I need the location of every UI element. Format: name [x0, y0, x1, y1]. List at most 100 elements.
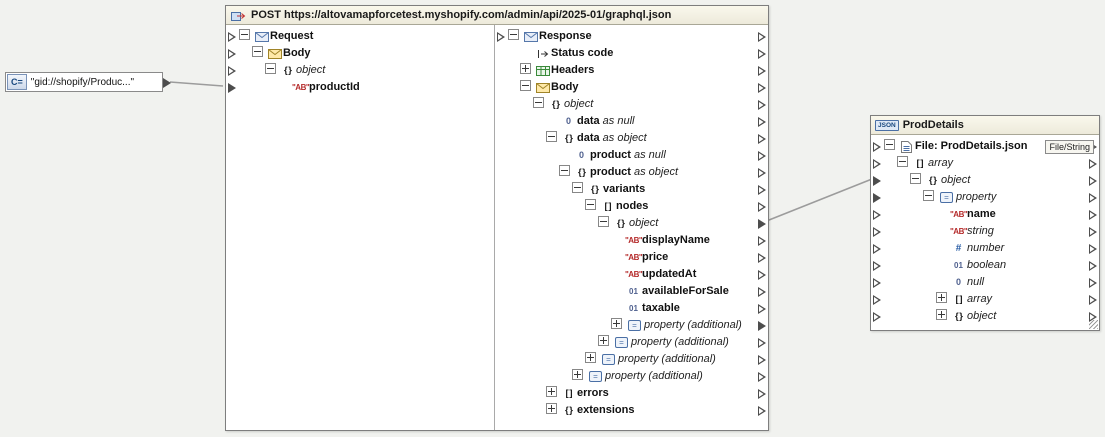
input-connector[interactable] [228, 32, 236, 42]
expand-toggle[interactable] [546, 386, 557, 397]
output-connector[interactable] [758, 66, 766, 76]
output-connector[interactable] [758, 406, 766, 416]
output-connector[interactable] [1089, 278, 1097, 288]
expand-toggle[interactable] [520, 63, 531, 74]
tree-node[interactable]: 01availableForSale [495, 283, 768, 300]
expand-toggle[interactable] [533, 97, 544, 108]
output-connector[interactable] [1089, 176, 1097, 186]
input-connector[interactable] [873, 210, 881, 220]
webservice-component[interactable]: POST https://altovamapforcetest.myshopif… [225, 5, 769, 431]
tree-node[interactable]: 0null [871, 274, 1099, 291]
expand-toggle[interactable] [572, 369, 583, 380]
tree-node[interactable]: [ ]array [871, 291, 1099, 308]
tree-node[interactable]: { }product as object [495, 164, 768, 181]
expand-toggle[interactable] [252, 46, 263, 57]
tree-node[interactable]: "AB"string [871, 223, 1099, 240]
tree-node[interactable]: "AB"updatedAt [495, 266, 768, 283]
tree-node[interactable]: { }object [226, 62, 494, 79]
tree-node[interactable]: =property (additional) [495, 317, 768, 334]
output-connector[interactable] [1089, 295, 1097, 305]
output-connector[interactable] [758, 253, 766, 263]
output-connector[interactable] [1089, 244, 1097, 254]
tree-node[interactable]: 0product as null [495, 147, 768, 164]
expand-toggle[interactable] [585, 199, 596, 210]
output-connector[interactable] [758, 49, 766, 59]
output-connector[interactable] [758, 219, 766, 229]
expand-toggle[interactable] [936, 292, 947, 303]
constant-component[interactable]: C= "gid://shopify/Produc..." [5, 72, 163, 92]
output-connector[interactable] [758, 304, 766, 314]
expand-toggle[interactable] [936, 309, 947, 320]
output-connector[interactable] [758, 168, 766, 178]
output-connector[interactable] [758, 83, 766, 93]
output-connector[interactable] [758, 151, 766, 161]
input-connector[interactable] [873, 295, 881, 305]
expand-toggle[interactable] [520, 80, 531, 91]
expand-toggle[interactable] [923, 190, 934, 201]
output-connector[interactable] [758, 287, 766, 297]
input-connector[interactable] [873, 261, 881, 271]
component-title[interactable]: JSON ProdDetails [871, 116, 1099, 135]
input-connector[interactable] [228, 49, 236, 59]
output-connector[interactable] [758, 372, 766, 382]
tree-node[interactable]: Headers [495, 62, 768, 79]
component-title[interactable]: POST https://altovamapforcetest.myshopif… [226, 6, 768, 25]
connection-line[interactable] [170, 82, 223, 86]
tree-node[interactable]: Status code [495, 45, 768, 62]
input-connector[interactable] [873, 312, 881, 322]
output-connector[interactable] [758, 202, 766, 212]
output-connector[interactable] [758, 134, 766, 144]
expand-toggle[interactable] [508, 29, 519, 40]
file-node[interactable]: File: ProdDetails.json File/String [871, 138, 1099, 155]
output-connector[interactable] [758, 117, 766, 127]
input-connector[interactable] [228, 66, 236, 76]
input-connector[interactable] [497, 32, 505, 42]
tree-node[interactable]: =property (additional) [495, 351, 768, 368]
tree-node[interactable]: { }object [871, 308, 1099, 325]
expand-toggle[interactable] [611, 318, 622, 329]
tree-node[interactable]: =property (additional) [495, 368, 768, 385]
tree-node[interactable]: =property (additional) [495, 334, 768, 351]
tree-node[interactable]: { }object [495, 96, 768, 113]
tree-node[interactable]: { }variants [495, 181, 768, 198]
tree-node[interactable]: #number [871, 240, 1099, 257]
input-connector[interactable] [873, 278, 881, 288]
input-connector[interactable] [873, 142, 881, 152]
expand-toggle[interactable] [598, 216, 609, 227]
output-connector[interactable] [758, 321, 766, 331]
output-connector[interactable] [758, 100, 766, 110]
tree-node[interactable]: "AB"displayName [495, 232, 768, 249]
input-connector[interactable] [228, 83, 236, 93]
tree-node[interactable]: { }object [871, 172, 1099, 189]
expand-toggle[interactable] [546, 403, 557, 414]
connection-line[interactable] [764, 179, 872, 222]
json-output-component[interactable]: JSON ProdDetails File: ProdDetails.json … [870, 115, 1100, 331]
tree-node[interactable]: [ ]errors [495, 385, 768, 402]
input-connector[interactable] [873, 227, 881, 237]
expand-toggle[interactable] [572, 182, 583, 193]
output-connector[interactable] [1089, 261, 1097, 271]
expand-toggle[interactable] [265, 63, 276, 74]
output-connector[interactable] [758, 355, 766, 365]
tree-node[interactable]: { }extensions [495, 402, 768, 419]
output-connector[interactable] [758, 270, 766, 280]
tree-node[interactable]: Body [495, 79, 768, 96]
output-connector[interactable] [163, 78, 171, 88]
input-connector[interactable] [873, 193, 881, 203]
expand-toggle[interactable] [897, 156, 908, 167]
tree-node[interactable]: 0data as null [495, 113, 768, 130]
tree-node[interactable]: Response [495, 28, 768, 45]
tree-node[interactable]: { }object [495, 215, 768, 232]
tree-node[interactable]: [ ]nodes [495, 198, 768, 215]
tree-node[interactable]: =property [871, 189, 1099, 206]
tree-node[interactable]: 01boolean [871, 257, 1099, 274]
output-connector[interactable] [758, 338, 766, 348]
tree-node[interactable]: { }data as object [495, 130, 768, 147]
tree-node[interactable]: "AB"price [495, 249, 768, 266]
output-connector[interactable] [1089, 210, 1097, 220]
expand-toggle[interactable] [910, 173, 921, 184]
tree-node[interactable]: "AB"productId [226, 79, 494, 96]
tree-node[interactable]: "AB"name [871, 206, 1099, 223]
output-connector[interactable] [758, 236, 766, 246]
output-connector[interactable] [1089, 227, 1097, 237]
